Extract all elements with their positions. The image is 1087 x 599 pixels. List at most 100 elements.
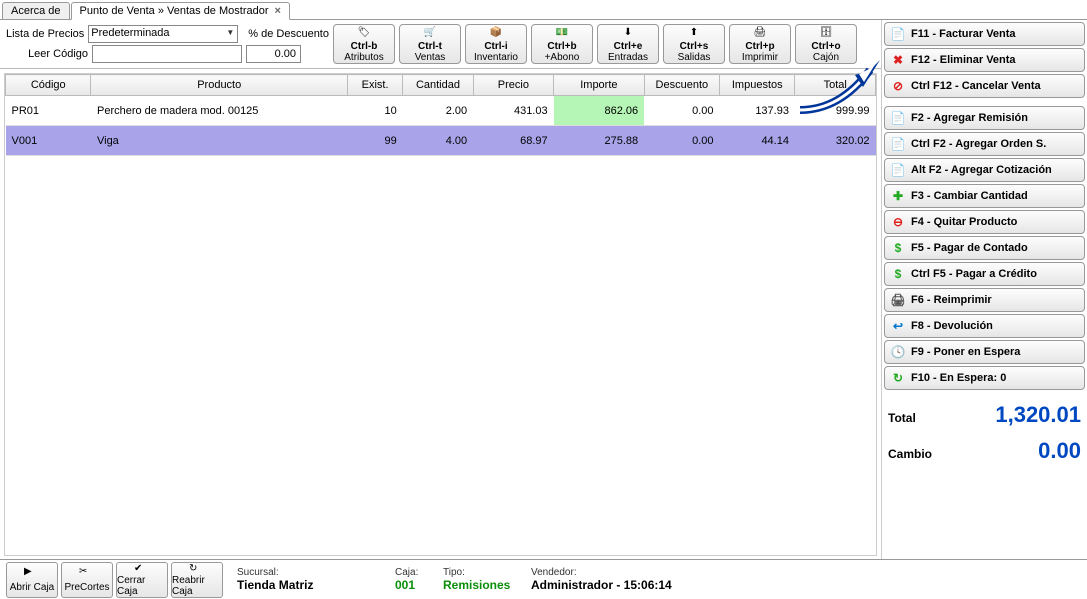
col-importe[interactable]: Importe <box>554 75 645 96</box>
status-tipo: Tipo: Remisiones <box>443 567 523 592</box>
col-descuento[interactable]: Descuento <box>644 75 719 96</box>
status-vendedor: Vendedor: Administrador - 15:06:14 <box>531 567 672 592</box>
toolbar-label: Imprimir <box>742 52 778 63</box>
cell: 99 <box>347 126 402 156</box>
tab-pos[interactable]: Punto de Venta » Ventas de Mostrador× <box>71 2 290 20</box>
toolbar-shortcut: Ctrl+b <box>547 41 576 52</box>
action-label: F3 - Cambiar Cantidad <box>911 190 1028 202</box>
action-label: F11 - Facturar Venta <box>911 28 1016 40</box>
vendedor-value: Administrador - 15:06:14 <box>531 578 672 592</box>
tab-bar: Acerca de Punto de Venta » Ventas de Mos… <box>0 0 1087 20</box>
action-f6-reimprimir[interactable]: 🖨F6 - Reimprimir <box>884 288 1085 312</box>
sucursal-label: Sucursal: <box>237 567 387 578</box>
col-cantidad[interactable]: Cantidad <box>403 75 473 96</box>
read-code-input[interactable] <box>92 45 242 63</box>
table-row[interactable]: V001Viga994.0068.97275.880.0044.14320.02 <box>6 126 876 156</box>
col-impuestos[interactable]: Impuestos <box>720 75 795 96</box>
cell: PR01 <box>6 96 91 126</box>
sucursal-value: Tienda Matriz <box>237 578 387 592</box>
action-ctrl-f5-pagar-a-cr-dito[interactable]: $Ctrl F5 - Pagar a Crédito <box>884 262 1085 286</box>
action-f8-devoluci-n[interactable]: ↩F8 - Devolución <box>884 314 1085 338</box>
toolbar-imprimir[interactable]: 🖨Ctrl+pImprimir <box>729 24 791 64</box>
action-label: Ctrl F5 - Pagar a Crédito <box>911 268 1037 280</box>
toolbar-label: +Abono <box>545 52 580 63</box>
status-bar: ▶Abrir Caja✂PreCortes✔Cerrar Caja↻Reabri… <box>0 559 1087 599</box>
cell: 68.97 <box>473 126 553 156</box>
ok-icon: ✔ <box>134 563 150 575</box>
action-label: F2 - Agregar Remisión <box>911 112 1028 124</box>
cell: 862.06 <box>554 96 645 126</box>
caja-label: Caja: <box>395 567 435 578</box>
toolbar-label: Ventas <box>415 52 446 63</box>
col-total[interactable]: Total <box>795 75 876 96</box>
toolbar-inventario[interactable]: 📦Ctrl-iInventario <box>465 24 527 64</box>
drawer-icon: 🗄 <box>818 25 834 40</box>
cell: 4.00 <box>403 126 473 156</box>
status-precortes[interactable]: ✂PreCortes <box>61 562 113 598</box>
action-f2-agregar-remisi-n[interactable]: 📄F2 - Agregar Remisión <box>884 106 1085 130</box>
action-f10-en-espera-0[interactable]: ↻F10 - En Espera: 0 <box>884 366 1085 390</box>
toolbar-entradas[interactable]: ⬇Ctrl+eEntradas <box>597 24 659 64</box>
status-abrir-caja[interactable]: ▶Abrir Caja <box>6 562 58 598</box>
action-label: F6 - Reimprimir <box>911 294 992 306</box>
toolbar-label: Entradas <box>608 52 648 63</box>
close-icon[interactable]: × <box>275 5 281 17</box>
action-label: Ctrl F2 - Agregar Orden S. <box>911 138 1046 150</box>
change-label: Cambio <box>888 447 932 461</box>
toolbar-cajón[interactable]: 🗄Ctrl+oCajón <box>795 24 857 64</box>
price-list-select[interactable]: Predeterminada <box>88 25 238 43</box>
cell: 0.00 <box>644 126 719 156</box>
cell: 137.93 <box>720 96 795 126</box>
action-f5-pagar-de-contado[interactable]: $F5 - Pagar de Contado <box>884 236 1085 260</box>
status-reabrir-caja[interactable]: ↻Reabrir Caja <box>171 562 223 598</box>
toolbar-shortcut: Ctrl+s <box>680 41 709 52</box>
left-pane: Lista de Precios Predeterminada % de Des… <box>0 20 882 560</box>
status-sucursal: Sucursal: Tienda Matriz <box>237 567 387 592</box>
action-ctrl-f12-cancelar-venta[interactable]: ⊘Ctrl F12 - Cancelar Venta <box>884 74 1085 98</box>
col-producto[interactable]: Producto <box>91 75 347 96</box>
status-cerrar-caja[interactable]: ✔Cerrar Caja <box>116 562 168 598</box>
toolbar-shortcut: Ctrl-t <box>418 41 442 52</box>
minus-icon: ⊖ <box>891 215 905 229</box>
toolbar-atributos[interactable]: 🏷Ctrl-bAtributos <box>333 24 395 64</box>
action-f3-cambiar-cantidad[interactable]: ✚F3 - Cambiar Cantidad <box>884 184 1085 208</box>
action-f11-facturar-venta[interactable]: 📄F11 - Facturar Venta <box>884 22 1085 46</box>
toolbar-+abono[interactable]: 💵Ctrl+b+Abono <box>531 24 593 64</box>
toolbar-label: Inventario <box>474 52 518 63</box>
action-f4-quitar-producto[interactable]: ⊖ F4 - Quitar Producto <box>884 210 1085 234</box>
col-código[interactable]: Código <box>6 75 91 96</box>
doc-icon: 📄 <box>891 163 905 177</box>
cell: 431.03 <box>473 96 553 126</box>
toolbar-shortcut: Ctrl-b <box>351 41 378 52</box>
action-f12-eliminar-venta[interactable]: ✖F12 - Eliminar Venta <box>884 48 1085 72</box>
price-list-value: Predeterminada <box>91 27 169 39</box>
action-ctrl-f2-agregar-orden-s-[interactable]: 📄Ctrl F2 - Agregar Orden S. <box>884 132 1085 156</box>
cell: V001 <box>6 126 91 156</box>
toolbar-ventas[interactable]: 🛒Ctrl-tVentas <box>399 24 461 64</box>
back-icon: ↩ <box>891 319 905 333</box>
toolbar-shortcut: Ctrl+e <box>614 41 643 52</box>
action-label: F4 - Quitar Producto <box>911 216 1017 228</box>
toolbar-salidas[interactable]: ⬆Ctrl+sSalidas <box>663 24 725 64</box>
table-row[interactable]: PR01Perchero de madera mod. 00125102.004… <box>6 96 876 126</box>
discount-label: % de Descuento <box>248 28 329 40</box>
cell: 44.14 <box>720 126 795 156</box>
cut-icon: ✂ <box>79 566 95 582</box>
cell: 275.88 <box>554 126 645 156</box>
cell: 999.99 <box>795 96 876 126</box>
tipo-value: Remisiones <box>443 578 523 592</box>
col-precio[interactable]: Precio <box>473 75 553 96</box>
out-icon: ⬆ <box>686 25 702 40</box>
cell: 2.00 <box>403 96 473 126</box>
action-f9-poner-en-espera[interactable]: 🕓F9 - Poner en Espera <box>884 340 1085 364</box>
cell: 320.02 <box>795 126 876 156</box>
action-alt-f2-agregar-cotizaci-n[interactable]: 📄Alt F2 - Agregar Cotización <box>884 158 1085 182</box>
read-code-label: Leer Código <box>6 48 88 60</box>
discount-input[interactable] <box>246 45 301 63</box>
tab-about[interactable]: Acerca de <box>2 2 70 19</box>
col-exist.[interactable]: Exist. <box>347 75 402 96</box>
cart-icon: 🛒 <box>422 25 438 40</box>
box-icon: 📦 <box>488 25 504 40</box>
in-icon: ⬇ <box>620 25 636 40</box>
cell: Perchero de madera mod. 00125 <box>91 96 347 126</box>
